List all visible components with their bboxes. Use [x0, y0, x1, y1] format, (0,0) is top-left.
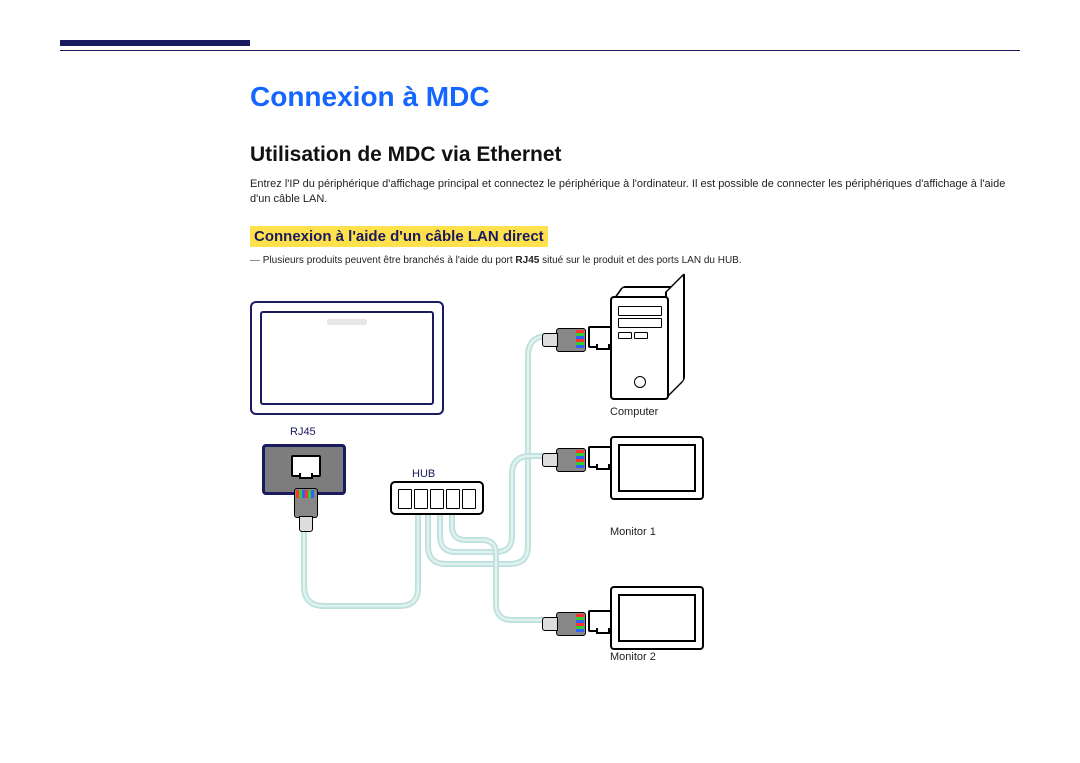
- header-rule: [60, 50, 1020, 51]
- hub-icon: [390, 481, 484, 515]
- highlight-heading: Connexion à l'aide d'un câble LAN direct: [250, 226, 548, 247]
- rj45-label: RJ45: [290, 426, 316, 438]
- section-title: Utilisation de MDC via Ethernet: [250, 143, 1020, 167]
- header-accent-bar: [60, 40, 250, 46]
- note-strong: RJ45: [515, 255, 539, 266]
- connection-diagram: RJ45 HUB: [250, 286, 970, 706]
- intro-text: Entrez l'IP du périphérique d'affichage …: [250, 177, 1020, 208]
- content-area: Connexion à MDC Utilisation de MDC via E…: [250, 81, 1020, 706]
- note-line: ― Plusieurs produits peuvent être branch…: [250, 255, 1020, 266]
- page: Connexion à MDC Utilisation de MDC via E…: [0, 0, 1080, 736]
- rj45-plug-icon: [544, 608, 586, 638]
- computer-tower-icon: [610, 286, 685, 396]
- hub-label: HUB: [412, 468, 435, 480]
- rj45-plug-icon: [544, 444, 586, 474]
- rj45-plug-icon: [290, 488, 320, 530]
- rj45-plug-icon: [544, 324, 586, 354]
- note-text-before: Plusieurs produits peuvent être branchés…: [263, 255, 516, 266]
- note-prefix: ―: [250, 255, 260, 266]
- monitor1-label: Monitor 1: [610, 526, 656, 538]
- monitor2-icon: [610, 586, 704, 650]
- monitor1-icon: [610, 436, 704, 500]
- page-title: Connexion à MDC: [250, 81, 1020, 113]
- monitor2-label: Monitor 2: [610, 651, 656, 663]
- note-text-after: situé sur le produit et des ports LAN du…: [539, 255, 741, 266]
- display-front-icon: [250, 301, 444, 415]
- computer-label: Computer: [610, 406, 658, 418]
